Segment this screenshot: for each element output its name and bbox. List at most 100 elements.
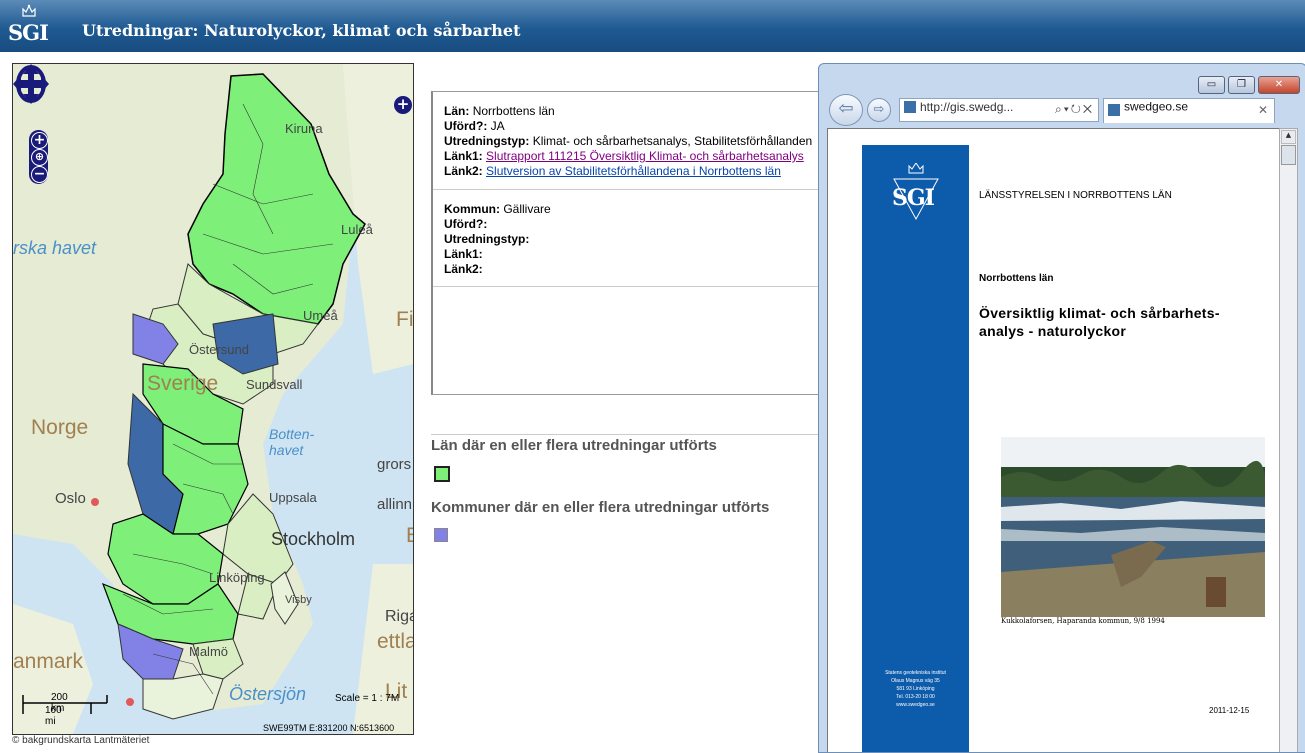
zoom-in-button[interactable]: + bbox=[31, 132, 48, 149]
label-tallinn: allinn bbox=[377, 496, 413, 513]
label-bottenhavet: Botten- havet bbox=[269, 426, 315, 458]
back-button[interactable]: ⇦ bbox=[829, 94, 863, 126]
map-canvas[interactable] bbox=[13, 64, 413, 734]
scale-ratio: Scale = 1 : 7M bbox=[335, 693, 400, 704]
field-label: Utredningstyp: bbox=[444, 232, 530, 246]
restore-button[interactable]: ❐ bbox=[1228, 76, 1255, 94]
sgi-logo: SGI bbox=[6, 2, 52, 50]
logo-text: SGI bbox=[8, 20, 49, 45]
close-window-button[interactable]: ✕ bbox=[1258, 76, 1300, 94]
map-copyright: © bakgrundskarta Lantmäteriet bbox=[12, 735, 150, 746]
field-label: Kommun: bbox=[444, 202, 500, 216]
globe-icon[interactable]: ⊕ bbox=[31, 149, 48, 166]
info-panel: Län: Norrbottens län Uförd?: JA Utrednin… bbox=[431, 91, 834, 395]
zoom-out-button[interactable]: − bbox=[31, 166, 48, 183]
document-title-line2: analys - naturolyckor bbox=[979, 323, 1127, 339]
band-line: 581 93 Linköping bbox=[896, 686, 935, 692]
label-norge: Norge bbox=[31, 416, 89, 439]
address-bar[interactable]: http://gis.swedg... ⌕▾↻✕ bbox=[899, 98, 1099, 122]
page-title: Utredningar: Naturolyckor, klimat och så… bbox=[82, 21, 521, 40]
tab-close-icon[interactable]: ✕ bbox=[1258, 103, 1268, 117]
browser-toolbar: ⇦ ⇨ http://gis.swedg... ⌕▾↻✕ swedgeo.se ✕ bbox=[827, 94, 1302, 126]
field-label: Uförd?: bbox=[444, 217, 488, 231]
document-date: 2011-12-15 bbox=[1209, 706, 1250, 715]
field-label: Utredningstyp: bbox=[444, 134, 530, 148]
browser-tab[interactable]: swedgeo.se ✕ bbox=[1103, 98, 1275, 123]
band-line: Olaus Magnus väg 35 bbox=[891, 678, 940, 684]
field-value-utredningstyp: Klimat- och sårbarhetsanalys, Stabilitet… bbox=[532, 134, 813, 148]
scroll-up-arrow-icon[interactable]: ▲ bbox=[1281, 130, 1296, 144]
pdf-document-view[interactable]: SGI Statens geotekniska institut Olaus M… bbox=[827, 128, 1281, 752]
band-line: www.swedgeo.se bbox=[896, 702, 935, 708]
forward-button[interactable]: ⇨ bbox=[867, 98, 891, 122]
label-riga: Riga bbox=[385, 608, 413, 625]
band-line: Tel. 013-20 18 00 bbox=[896, 694, 935, 700]
label-visby: Visby bbox=[285, 594, 312, 606]
band-line: Statens geotekniska institut bbox=[885, 670, 946, 676]
browser-window: ▭ ❐ ✕ ⇦ ⇨ http://gis.swedg... ⌕▾↻✕ swedgeo.… bbox=[818, 63, 1305, 753]
app-header: SGI Utredningar: Naturolyckor, klimat oc… bbox=[0, 0, 1305, 52]
label-oslo: Oslo bbox=[55, 490, 86, 507]
document-authority: LÄNSSTYRELSEN I NORRBOTTENS LÄN bbox=[979, 190, 1172, 201]
field-value-kommun: Gällivare bbox=[503, 202, 551, 216]
legend-title-lan: Län där en eller flera utredningar utför… bbox=[431, 437, 717, 454]
coordinate-readout: SWE99TM E:831200 N:6513600 bbox=[263, 723, 395, 733]
label-lettland: ettla bbox=[377, 630, 414, 653]
label-malmo: Malmö bbox=[189, 644, 229, 659]
document-blue-band: SGI Statens geotekniska institut Olaus M… bbox=[862, 145, 969, 752]
label-norska-havet: rska havet bbox=[13, 238, 97, 258]
search-refresh-stop-icons[interactable]: ⌕▾↻✕ bbox=[1055, 102, 1094, 117]
label-linkoping: Linköping bbox=[209, 570, 265, 585]
scale-mi: 100 mi bbox=[45, 705, 62, 727]
label-ostersund: Östersund bbox=[189, 342, 249, 357]
vertical-scrollbar[interactable]: ▲ bbox=[1279, 128, 1298, 752]
river-photo bbox=[1001, 437, 1265, 617]
label-stockholm: Stockholm bbox=[271, 529, 356, 549]
field-value-lan: Norrbottens län bbox=[472, 104, 555, 118]
city-dot-oslo bbox=[91, 498, 99, 506]
label-danmark: anmark bbox=[13, 650, 84, 673]
crown-icon bbox=[22, 4, 36, 17]
field-label: Länk1: bbox=[444, 247, 483, 261]
legend-swatch-lan bbox=[434, 466, 450, 482]
field-label: Län: bbox=[444, 104, 470, 118]
label-sundsvall: Sundsvall bbox=[246, 377, 303, 392]
document-sgi-logo: SGI bbox=[890, 162, 942, 223]
field-label: Länk2: bbox=[444, 164, 483, 178]
photo-caption: Kukkolaforsen, Haparanda kommun, 9/8 199… bbox=[1001, 617, 1165, 625]
layer-switcher-button[interactable]: + bbox=[394, 96, 412, 114]
tab-favicon-icon bbox=[1108, 104, 1120, 116]
field-label: Länk2: bbox=[444, 262, 483, 276]
link-slutrapport[interactable]: Slutrapport 111215 Översiktlig Klimat- o… bbox=[486, 149, 804, 163]
minimize-button[interactable]: ▭ bbox=[1198, 76, 1225, 94]
legend-title-kommun: Kommuner där en eller flera utredningar … bbox=[431, 499, 770, 516]
field-value-uford: JA bbox=[490, 119, 505, 133]
label-kiruna: Kiruna bbox=[285, 121, 323, 136]
scroll-thumb[interactable] bbox=[1281, 145, 1296, 165]
info-record-lan: Län: Norrbottens län Uförd?: JA Utrednin… bbox=[433, 92, 833, 190]
tab-title: swedgeo.se bbox=[1124, 99, 1189, 114]
document-logo-text: SGI bbox=[892, 185, 935, 211]
window-controls: ▭ ❐ ✕ bbox=[1195, 72, 1300, 94]
label-grors: grors bbox=[377, 456, 412, 473]
label-ostersjon: Östersjön bbox=[229, 684, 307, 704]
label-e: E bbox=[406, 524, 413, 548]
link-stabilitet[interactable]: Slutversion av Stabilitetsförhållandena … bbox=[486, 164, 781, 178]
map-viewport[interactable]: Kiruna Luleå Umeå Östersund Sundsvall Sv… bbox=[12, 63, 414, 735]
label-finland: Fi bbox=[396, 308, 414, 331]
site-favicon-icon bbox=[904, 100, 916, 113]
zoom-control: + ⊕ − bbox=[29, 130, 48, 184]
document-photo bbox=[1001, 437, 1265, 617]
field-label: Länk1: bbox=[444, 149, 483, 163]
pan-control[interactable] bbox=[13, 64, 49, 116]
address-text: http://gis.swedg... bbox=[920, 99, 1014, 114]
label-lulea: Luleå bbox=[341, 222, 373, 237]
label-umea: Umeå bbox=[303, 308, 338, 323]
city-dot-copenhagen bbox=[126, 698, 134, 706]
map-legend: Län där en eller flera utredningar utför… bbox=[431, 434, 821, 542]
legend-swatch-kommun bbox=[434, 528, 448, 542]
document-title-line1: Översiktlig klimat- och sårbarhets- bbox=[979, 305, 1220, 321]
label-sverige: Sverige bbox=[147, 372, 219, 395]
label-uppsala: Uppsala bbox=[269, 490, 317, 505]
document-county: Norrbottens län bbox=[979, 273, 1054, 284]
